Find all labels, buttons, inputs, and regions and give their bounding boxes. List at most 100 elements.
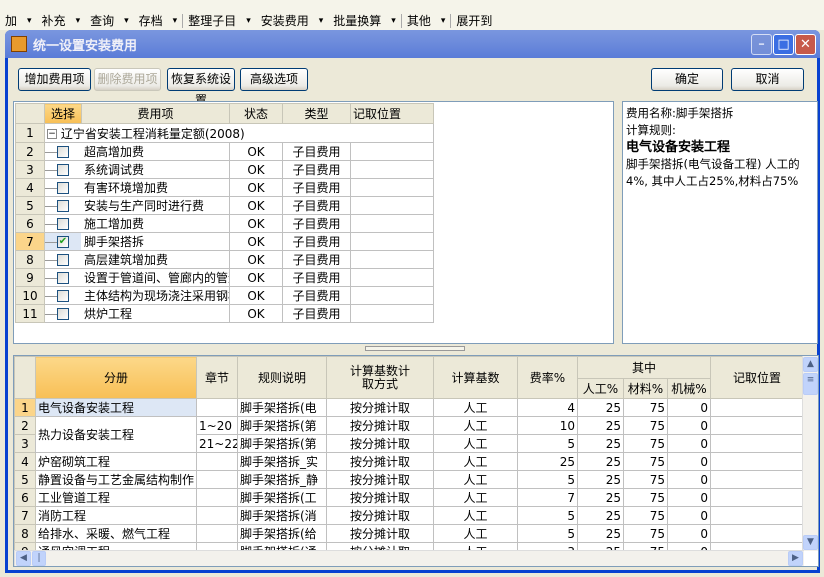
volume-cell[interactable]: 静置设备与工艺金属结构制作 <box>35 470 197 489</box>
material-cell[interactable]: 75 <box>623 398 668 417</box>
cancel-button[interactable]: 取消 <box>731 68 804 91</box>
add-fee-button[interactable]: 增加费用项 <box>18 68 91 91</box>
delete-fee-button[interactable]: 删除费用项 <box>94 68 161 91</box>
rate-cell[interactable]: 4 <box>517 398 578 417</box>
position-cell[interactable] <box>350 178 434 197</box>
machine-cell[interactable]: 0 <box>667 398 711 417</box>
scroll-right-button[interactable]: ▶ <box>788 551 803 566</box>
select-checkbox[interactable] <box>57 182 69 194</box>
close-button[interactable]: ✕ <box>795 34 816 55</box>
volume-cell[interactable]: 热力设备安装工程 <box>35 416 197 453</box>
position-cell[interactable] <box>350 142 434 161</box>
col-header-rate[interactable]: 费率% <box>517 356 578 399</box>
app-menu-item[interactable]: 查询 <box>85 12 119 29</box>
machine-cell[interactable]: 0 <box>667 524 711 543</box>
base-cell[interactable]: 人工 <box>433 434 518 453</box>
position-cell[interactable] <box>350 304 434 323</box>
rule-cell[interactable]: 脚手架搭拆(工 <box>237 488 327 507</box>
chapter-cell[interactable] <box>196 470 238 489</box>
method-cell[interactable]: 按分摊计取 <box>326 488 434 507</box>
rule-cell[interactable]: 脚手架搭拆(第 <box>237 434 327 453</box>
position-cell[interactable] <box>350 196 434 215</box>
material-cell[interactable]: 75 <box>623 524 668 543</box>
fee-row[interactable]: 8 高层建筑增加费 OK 子目费用 <box>15 250 434 269</box>
rate-cell[interactable]: 25 <box>517 452 578 471</box>
material-cell[interactable]: 75 <box>623 452 668 471</box>
labor-cell[interactable]: 25 <box>577 470 624 489</box>
advanced-options-button[interactable]: 高级选项 <box>240 68 308 91</box>
hscroll-thumb[interactable]: | <box>32 551 46 566</box>
dropdown-arrow-icon[interactable]: ▾ <box>71 16 86 26</box>
method-cell[interactable]: 按分摊计取 <box>326 452 434 471</box>
rule-cell[interactable]: 脚手架搭拆_静 <box>237 470 327 489</box>
labor-cell[interactable]: 25 <box>577 524 624 543</box>
position-cell[interactable] <box>710 434 804 453</box>
volume-cell[interactable]: 给排水、采暖、燃气工程 <box>35 524 197 543</box>
position-cell[interactable] <box>350 214 434 233</box>
rule-cell[interactable]: 脚手架搭拆(电 <box>237 398 327 417</box>
base-cell[interactable]: 人工 <box>433 416 518 435</box>
labor-cell[interactable]: 25 <box>577 398 624 417</box>
position-cell[interactable] <box>350 232 434 251</box>
select-checkbox[interactable] <box>57 218 69 230</box>
col-header-base[interactable]: 计算基数 <box>433 356 518 399</box>
fee-row[interactable]: 9 设置于管道间、管廊内的管道等 OK 子目费用 <box>15 268 434 287</box>
vertical-scrollbar[interactable]: ▲ ≡ ▼ <box>802 356 818 551</box>
select-checkbox[interactable] <box>57 272 69 284</box>
labor-cell[interactable]: 25 <box>577 416 624 435</box>
rate-cell[interactable]: 5 <box>517 524 578 543</box>
chapter-cell[interactable] <box>196 398 238 417</box>
base-cell[interactable]: 人工 <box>433 524 518 543</box>
machine-cell[interactable]: 0 <box>667 488 711 507</box>
detail-row[interactable]: 1 电气设备安装工程 脚手架搭拆(电 按分摊计取 人工 4 25 75 0 <box>14 398 804 417</box>
base-cell[interactable]: 人工 <box>433 506 518 525</box>
col-header-method[interactable]: 计算基数计取方式 <box>326 356 434 399</box>
base-cell[interactable]: 人工 <box>433 470 518 489</box>
col-header-chapter[interactable]: 章节 <box>196 356 238 399</box>
maximize-button[interactable]: □ <box>773 34 794 55</box>
position-cell[interactable] <box>710 416 804 435</box>
col-header-position[interactable]: 记取位置 <box>710 356 804 399</box>
position-cell[interactable] <box>710 524 804 543</box>
material-cell[interactable]: 75 <box>623 434 668 453</box>
rate-cell[interactable]: 10 <box>517 416 578 435</box>
chapter-cell[interactable] <box>196 452 238 471</box>
machine-cell[interactable]: 0 <box>667 506 711 525</box>
fee-row[interactable]: 11 烘炉工程 OK 子目费用 <box>15 304 434 323</box>
app-menu-item[interactable]: 展开到 <box>451 12 497 29</box>
method-cell[interactable]: 按分摊计取 <box>326 524 434 543</box>
rule-cell[interactable]: 脚手架搭拆(消 <box>237 506 327 525</box>
group-row[interactable]: 1 − 辽宁省安装工程消耗量定额(2008) <box>15 123 434 143</box>
fee-row[interactable]: 3 系统调试费 OK 子目费用 <box>15 160 434 179</box>
rule-cell[interactable]: 脚手架搭拆_实 <box>237 452 327 471</box>
select-checkbox[interactable] <box>57 308 69 320</box>
detail-row[interactable]: 2 热力设备安装工程 1~20 脚手架搭拆(第 按分摊计取 人工 10 25 75… <box>14 416 804 453</box>
method-cell[interactable]: 按分摊计取 <box>326 434 434 453</box>
fee-row[interactable]: 5 安装与生产同时进行费 OK 子目费用 <box>15 196 434 215</box>
machine-cell[interactable]: 0 <box>667 416 711 435</box>
dropdown-arrow-icon[interactable]: ▾ <box>168 16 183 26</box>
app-menu-item[interactable]: 其他 <box>402 12 436 29</box>
scroll-left-button[interactable]: ◀ <box>16 551 31 566</box>
col-header-type[interactable]: 类型 <box>282 103 351 124</box>
method-cell[interactable]: 按分摊计取 <box>326 506 434 525</box>
col-header-select[interactable]: 选择 <box>44 103 82 124</box>
chapter-cell[interactable]: 1~20 <box>196 416 238 435</box>
select-checkbox[interactable] <box>57 290 69 302</box>
app-menu-item[interactable]: 批量换算 <box>328 12 386 29</box>
ok-button[interactable]: 确定 <box>651 68 723 91</box>
labor-cell[interactable]: 25 <box>577 488 624 507</box>
app-menu-item[interactable]: 加 <box>0 12 22 29</box>
minimize-button[interactable]: – <box>751 34 772 55</box>
position-cell[interactable] <box>710 506 804 525</box>
scroll-up-button[interactable]: ▲ <box>803 357 818 372</box>
position-cell[interactable] <box>350 268 434 287</box>
detail-row[interactable]: 5 静置设备与工艺金属结构制作 脚手架搭拆_静 按分摊计取 人工 5 25 75 … <box>14 470 804 489</box>
labor-cell[interactable]: 25 <box>577 506 624 525</box>
fee-row[interactable]: 2 超高增加费 OK 子目费用 <box>15 142 434 161</box>
restore-defaults-button[interactable]: 恢复系统设置 <box>167 68 235 107</box>
col-header-material[interactable]: 材料% <box>623 378 668 399</box>
detail-row[interactable]: 6 工业管道工程 脚手架搭拆(工 按分摊计取 人工 7 25 75 0 <box>14 488 804 507</box>
rule-cell[interactable]: 脚手架搭拆(给 <box>237 524 327 543</box>
labor-cell[interactable]: 25 <box>577 452 624 471</box>
